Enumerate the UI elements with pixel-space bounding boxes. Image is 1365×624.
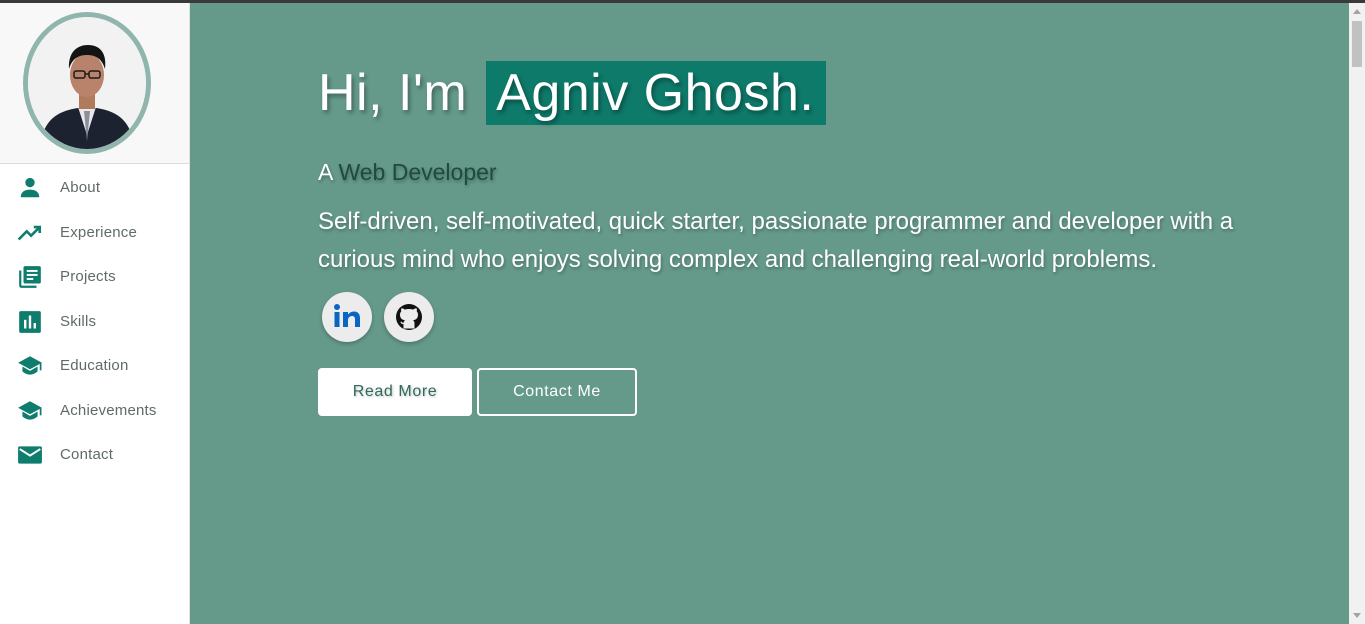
read-more-button[interactable]: Read More — [318, 368, 472, 416]
person-icon — [20, 177, 40, 198]
library-books-icon — [19, 266, 41, 288]
trending-up-icon — [17, 225, 42, 241]
sidebar-item-about[interactable]: About — [0, 168, 190, 208]
sidebar-item-achievements[interactable]: Achievements — [0, 391, 190, 431]
role-prefix: A — [318, 159, 333, 185]
graduation-cap-icon — [18, 401, 42, 420]
mail-icon — [18, 446, 42, 464]
sidebar-item-label: Contact — [60, 446, 114, 463]
sidebar-item-education[interactable]: Education — [0, 346, 190, 386]
contact-me-button[interactable]: Contact Me — [477, 368, 637, 416]
sidebar-item-label: Projects — [60, 268, 116, 285]
sidebar-item-projects[interactable]: Projects — [0, 257, 190, 297]
github-link[interactable] — [384, 292, 434, 342]
greeting-prefix: Hi, I'm — [318, 64, 468, 122]
scrollbar-thumb[interactable] — [1352, 21, 1362, 67]
hero-greeting: Hi, I'm Agniv Ghosh. — [318, 61, 827, 125]
sidebar: About Experience Projects Skills Educati… — [0, 3, 190, 624]
bar-chart-icon — [19, 311, 41, 333]
sidebar-item-experience[interactable]: Experience — [0, 213, 190, 253]
sidebar-item-label: About — [60, 179, 101, 196]
hero-bio: Self-driven, self-motivated, quick start… — [318, 208, 1234, 273]
profile-header — [0, 3, 189, 164]
hero-role: A Web Developer — [318, 159, 497, 186]
sidebar-item-label: Experience — [60, 224, 138, 241]
scroll-up-arrow-icon[interactable] — [1353, 9, 1361, 14]
scroll-down-arrow-icon[interactable] — [1353, 613, 1361, 618]
github-icon — [396, 304, 422, 330]
avatar — [23, 12, 151, 154]
graduation-cap-icon — [18, 356, 42, 375]
hero-name: Agniv Ghosh. — [486, 61, 827, 125]
linkedin-link[interactable] — [322, 292, 372, 342]
role-title: Web Developer — [338, 159, 497, 185]
sidebar-item-contact[interactable]: Contact — [0, 435, 190, 475]
sidebar-item-label: Education — [60, 357, 129, 374]
sidebar-item-skills[interactable]: Skills — [0, 302, 190, 342]
sidebar-item-label: Skills — [60, 313, 97, 330]
hero-section: Hi, I'm Agniv Ghosh. A Web Developer Sel… — [190, 3, 1349, 624]
sidebar-item-label: Achievements — [60, 402, 157, 419]
linkedin-icon — [334, 304, 360, 327]
scrollbar[interactable] — [1349, 3, 1365, 624]
